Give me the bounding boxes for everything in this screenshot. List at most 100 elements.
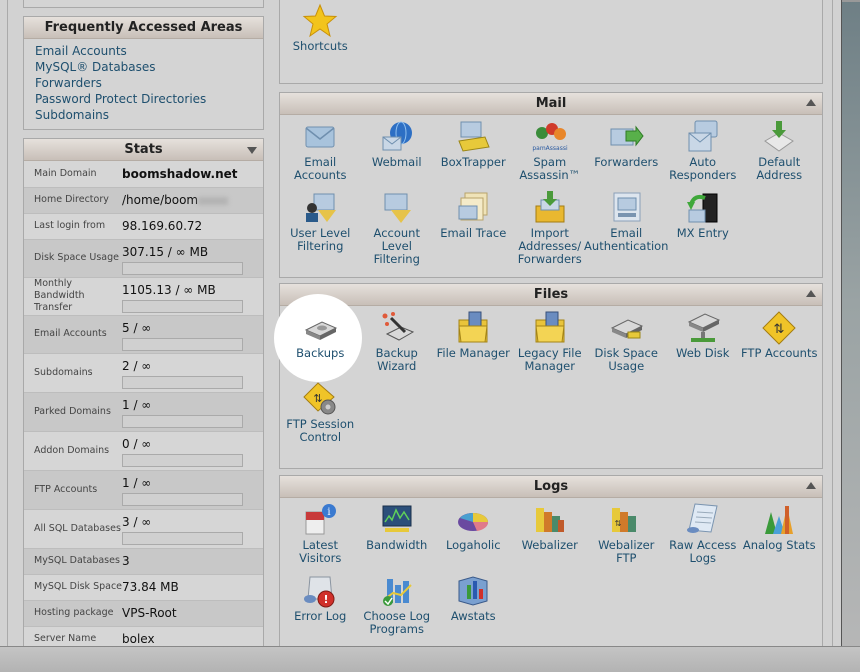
stat-value: 5 / ∞	[122, 320, 152, 335]
icon-label: MX Entry	[676, 226, 729, 240]
stat-value: bolex	[122, 632, 155, 646]
icon-label: Latest Visitors	[299, 538, 342, 565]
mail-item-mx-entry[interactable]: MX Entry	[665, 186, 742, 266]
spamassassin-icon: SpamAssassin	[532, 119, 568, 155]
icon-label: Import Addresses/ Forwarders	[517, 226, 582, 266]
mail-item-spam-assassin[interactable]: SpamAssassin Spam Assassin™	[512, 115, 589, 182]
stat-value: 1 / ∞	[122, 475, 152, 490]
collapse-arrow-icon[interactable]	[806, 290, 816, 297]
shortcuts-panel: Shortcuts	[279, 0, 823, 84]
icon-label: Backup Wizard	[375, 346, 418, 373]
icon-label: FTP Accounts	[741, 346, 818, 360]
logs-item-webalizer[interactable]: Webalizer	[512, 498, 589, 565]
logs-item-awstats[interactable]: Awstats	[435, 569, 512, 636]
svg-text:⇅: ⇅	[774, 322, 785, 337]
fa-link-email-accounts[interactable]: Email Accounts	[35, 43, 263, 59]
mail-item-account-level-filtering[interactable]: Account Level Filtering	[359, 186, 436, 266]
mail-item-user-level-filtering[interactable]: User Level Filtering	[282, 186, 359, 266]
files-item-disk-space-usage[interactable]: Disk Space Usage	[588, 306, 665, 373]
stat-value-cell: 1 / ∞	[122, 392, 263, 431]
shortcuts-item[interactable]: Shortcuts	[282, 0, 359, 53]
stat-value-cell: 1 / ∞	[122, 470, 263, 509]
mail-item-boxtrapper[interactable]: BoxTrapper	[435, 115, 512, 182]
stat-label: FTP Accounts	[34, 483, 98, 495]
files-item-web-disk[interactable]: Web Disk	[665, 306, 742, 373]
mail-item-email-trace[interactable]: Email Trace	[435, 186, 512, 266]
files-item-legacy-file-manager[interactable]: Legacy File Manager	[512, 306, 589, 373]
collapse-arrow-icon[interactable]	[806, 99, 816, 106]
stat-value: 2 / ∞	[122, 358, 152, 373]
stat-value: boomshadow.net	[122, 166, 238, 181]
stat-value-cell: 73.84 MB	[122, 574, 263, 600]
mail-item-forwarders[interactable]: Forwarders	[588, 115, 665, 182]
stats-row: All SQL Databases 3 / ∞	[24, 509, 263, 548]
icon-label: Bandwidth	[366, 538, 428, 552]
files-header[interactable]: Files	[280, 284, 822, 306]
mail-item-email-accounts[interactable]: Email Accounts	[282, 115, 359, 182]
stat-value-cell: 2 / ∞	[122, 353, 263, 392]
stat-value-cell: 307.15 / ∞ MB	[122, 239, 263, 277]
hard-drive-icon	[302, 310, 338, 346]
logs-item-latest-visitors[interactable]: i Latest Visitors	[282, 498, 359, 565]
files-icon-grid: Backups Backup Wizard File Manager Legacy F…	[280, 306, 822, 448]
files-title: Files	[533, 287, 569, 302]
stat-label: All SQL Databases	[34, 522, 121, 534]
cpanel-page: Frequently Accessed Areas Email Accounts…	[0, 0, 842, 652]
default-address-icon	[761, 119, 797, 155]
stat-value: 0 / ∞	[122, 436, 152, 451]
fa-link-mysql-databases[interactable]: MySQL® Databases	[35, 59, 263, 75]
usage-bar	[122, 531, 243, 545]
email-trace-icon	[455, 190, 491, 226]
files-item-ftp-session-control[interactable]: ⇅ FTP Session Control	[282, 377, 359, 444]
usage-bar	[122, 299, 243, 313]
account-filter-icon	[379, 190, 415, 226]
globe-envelope-icon	[379, 119, 415, 155]
mail-header[interactable]: Mail	[280, 93, 822, 115]
svg-text:⇅: ⇅	[615, 519, 622, 528]
star-icon	[302, 3, 338, 39]
files-item-backups[interactable]: Backups	[282, 306, 359, 373]
files-item-ftp-accounts[interactable]: ⇅ FTP Accounts	[741, 306, 818, 373]
logs-item-choose-log-programs[interactable]: Choose Log Programs	[359, 569, 436, 636]
usage-bar	[122, 261, 243, 275]
files-item-file-manager[interactable]: File Manager	[435, 306, 512, 373]
stat-label: Hosting package	[34, 607, 114, 618]
fa-link-subdomains[interactable]: Subdomains	[35, 107, 263, 123]
redacted-text	[198, 196, 229, 205]
mail-item-webmail[interactable]: Webmail	[359, 115, 436, 182]
icon-label: Account Level Filtering	[373, 226, 420, 266]
icon-label: Email Trace	[440, 226, 507, 240]
icon-label: Webalizer	[521, 538, 578, 552]
mail-item-auto-responders[interactable]: Auto Responders	[665, 115, 742, 182]
mail-item-default-address[interactable]: Default Address	[741, 115, 818, 182]
logs-item-raw-access-logs[interactable]: Raw Access Logs	[665, 498, 742, 565]
mail-item-email-authentication[interactable]: Email Authentication	[584, 186, 668, 266]
frequently-accessed-header: Frequently Accessed Areas	[24, 17, 263, 39]
stats-row: Monthly Bandwidth Transfer 1105.13 / ∞ MB	[24, 277, 263, 315]
icon-label: Default Address	[756, 155, 803, 182]
icon-label: Choose Log Programs	[363, 609, 431, 636]
collapse-arrow-icon[interactable]	[247, 147, 257, 154]
icon-label: User Level Filtering	[290, 226, 351, 253]
legacy-folder-icon	[532, 310, 568, 346]
mail-item-import-addresses-forwarders[interactable]: Import Addresses/ Forwarders	[512, 186, 589, 266]
fa-link-password-protect[interactable]: Password Protect Directories	[35, 91, 263, 107]
logs-item-analog-stats[interactable]: Analog Stats	[741, 498, 818, 565]
svg-text:⇅: ⇅	[314, 392, 323, 405]
icon-label: Webalizer FTP	[598, 538, 655, 565]
frequently-accessed-list: Email Accounts MySQL® Databases Forwarde…	[24, 39, 263, 123]
stats-row: MySQL Disk Space 73.84 MB	[24, 574, 263, 600]
logs-item-bandwidth[interactable]: Bandwidth	[359, 498, 436, 565]
files-item-backup-wizard[interactable]: Backup Wizard	[359, 306, 436, 373]
collapse-arrow-icon[interactable]	[806, 482, 816, 489]
logs-item-webalizer-ftp[interactable]: ⇅ Webalizer FTP	[588, 498, 665, 565]
fa-link-forwarders[interactable]: Forwarders	[35, 75, 263, 91]
logs-header[interactable]: Logs	[280, 476, 822, 498]
latest-visitors-icon: i	[302, 502, 338, 538]
stats-header[interactable]: Stats	[24, 139, 263, 161]
stat-value: 73.84 MB	[122, 580, 179, 594]
logs-item-logaholic[interactable]: Logaholic	[435, 498, 512, 565]
logs-item-error-log[interactable]: ! Error Log	[282, 569, 359, 636]
icon-label: Awstats	[450, 609, 496, 623]
stats-row: Main Domain boomshadow.net	[24, 161, 263, 187]
